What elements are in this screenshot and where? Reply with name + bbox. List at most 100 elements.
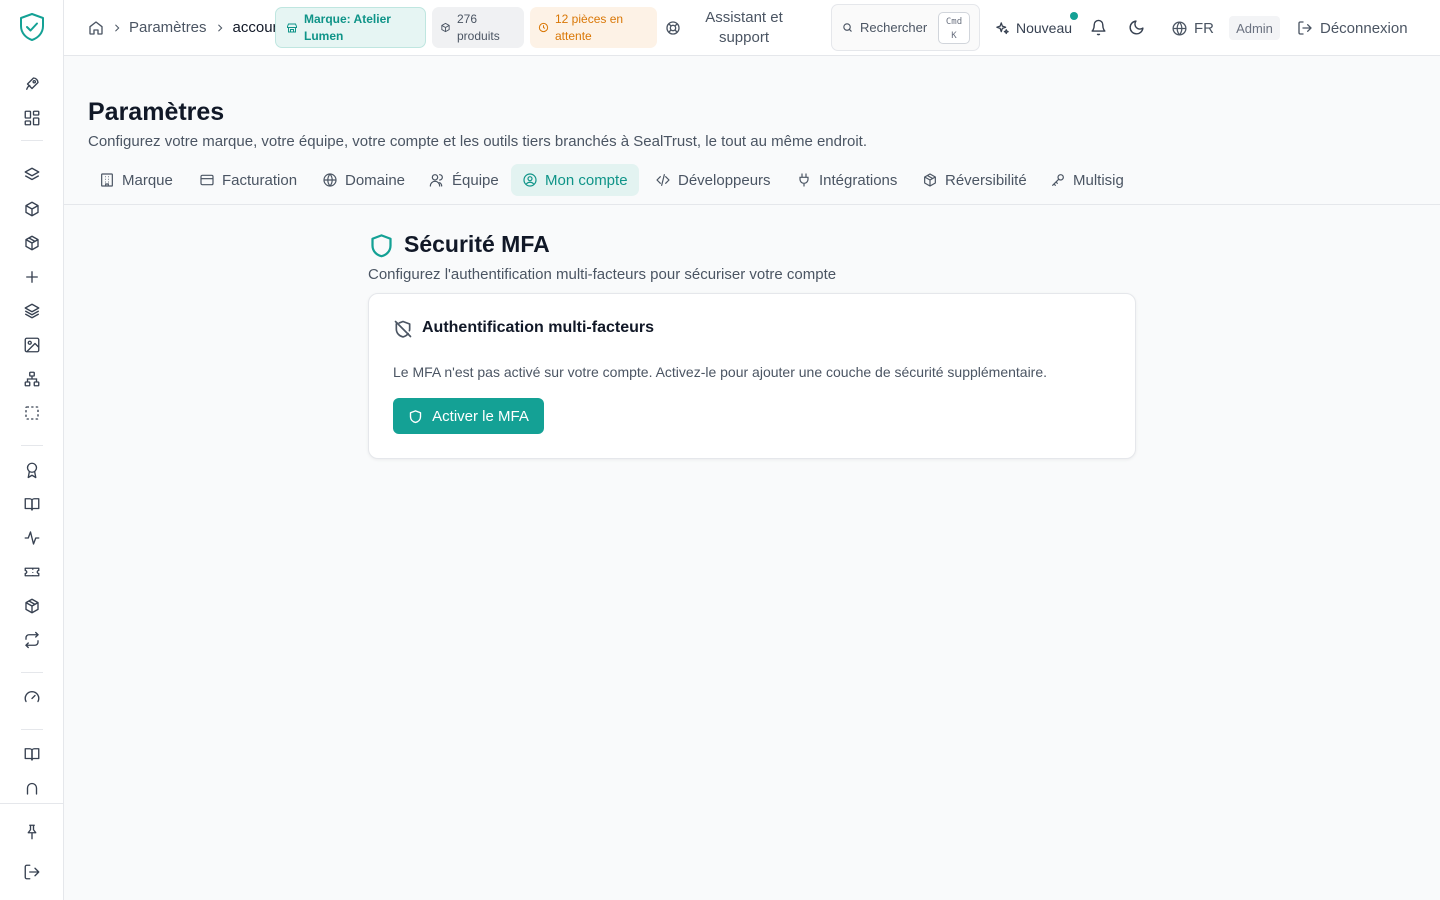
- lifebuoy-icon: [665, 20, 681, 36]
- moon-icon[interactable]: [1128, 19, 1145, 36]
- tab-label: Domaine: [345, 171, 406, 189]
- sidebar-divider: [21, 672, 43, 673]
- package-icon: [440, 22, 451, 33]
- language-switcher[interactable]: FR: [1171, 18, 1214, 38]
- award-icon[interactable]: [20, 458, 44, 482]
- support-label: Assistant et support: [705, 8, 783, 46]
- building-icon: [99, 172, 115, 188]
- tab-label: Mon compte: [545, 171, 628, 189]
- tab-mon-compte[interactable]: Mon compte: [511, 164, 639, 196]
- products-chip-label: 276 produits: [457, 11, 500, 43]
- package-open-icon: [922, 172, 938, 188]
- new-features-button[interactable]: Nouveau: [995, 18, 1072, 38]
- enable-mfa-button[interactable]: Activer le MFA: [393, 398, 544, 434]
- sidebar: [0, 0, 64, 900]
- language-label: FR: [1194, 19, 1214, 37]
- ticket-icon[interactable]: [20, 560, 44, 584]
- globe-icon: [1171, 20, 1188, 37]
- shield-off-icon: [393, 319, 413, 339]
- support-button[interactable]: Assistant et support: [665, 7, 805, 48]
- enable-mfa-label: Activer le MFA: [432, 407, 529, 425]
- search-input[interactable]: Rechercher Cmd K: [831, 4, 980, 51]
- user-circle-icon: [522, 172, 538, 188]
- layers-stack-icon[interactable]: [20, 299, 44, 323]
- chevron-right-icon: [215, 23, 225, 33]
- layers-icon[interactable]: [20, 163, 44, 187]
- tab-integrations[interactable]: Intégrations: [785, 164, 904, 196]
- tab-domaine[interactable]: Domaine: [311, 164, 411, 196]
- tab-reversibilite[interactable]: Réversibilité: [911, 164, 1031, 196]
- pin-icon[interactable]: [20, 820, 44, 844]
- arch-icon[interactable]: [20, 776, 44, 800]
- clock-icon: [538, 22, 549, 33]
- activity-icon[interactable]: [20, 526, 44, 550]
- shortcut-key-cmd: Cmd: [945, 17, 963, 27]
- new-indicator-dot: [1070, 12, 1078, 20]
- products-chip[interactable]: 276 produits: [432, 7, 524, 48]
- tab-label: Facturation: [222, 171, 298, 189]
- breadcrumb-item-parametres[interactable]: Paramètres: [129, 19, 207, 36]
- tabs-divider: [64, 204, 1440, 205]
- book-icon[interactable]: [20, 742, 44, 766]
- section-subtitle: Configurez l'authentification multi-fact…: [368, 266, 837, 283]
- logout-icon[interactable]: [20, 860, 44, 884]
- brand-chip[interactable]: Marque: Atelier Lumen: [275, 7, 426, 48]
- top-header: Paramètres account Marque: Atelier Lumen…: [64, 0, 1440, 56]
- search-icon: [842, 22, 853, 33]
- package-check-icon[interactable]: [20, 594, 44, 618]
- code-icon: [655, 172, 671, 188]
- book-open-icon[interactable]: [20, 492, 44, 516]
- sidebar-divider: [21, 140, 43, 141]
- pending-chip[interactable]: 12 pièces en attente: [530, 7, 657, 48]
- page-description: Configurez votre marque, votre équipe, v…: [88, 133, 867, 150]
- store-icon: [286, 22, 298, 34]
- repeat-icon[interactable]: [20, 628, 44, 652]
- shortcut-key-k: K: [951, 31, 957, 41]
- tab-equipe[interactable]: Équipe: [418, 164, 504, 196]
- brand-chip-label: Marque: Atelier Lumen: [304, 11, 391, 43]
- sitemap-icon[interactable]: [20, 367, 44, 391]
- dashed-square-icon[interactable]: [20, 401, 44, 425]
- breadcrumb: Paramètres account: [88, 19, 285, 36]
- bell-icon[interactable]: [1090, 19, 1107, 36]
- gauge-icon[interactable]: [20, 685, 44, 709]
- sidebar-bottom-divider: [0, 803, 64, 804]
- sparkles-icon: [995, 21, 1010, 36]
- tab-label: Équipe: [452, 171, 499, 189]
- tab-label: Intégrations: [819, 171, 898, 189]
- chevron-right-icon: [112, 23, 122, 33]
- pending-chip-label: 12 pièces en attente: [555, 11, 624, 43]
- tab-marque[interactable]: Marque: [88, 164, 180, 196]
- sidebar-divider: [21, 729, 43, 730]
- rocket-icon[interactable]: [20, 72, 44, 96]
- sidebar-divider: [21, 445, 43, 446]
- shield-check-icon[interactable]: [18, 11, 46, 43]
- logout-icon: [1297, 20, 1313, 36]
- plus-icon[interactable]: [20, 265, 44, 289]
- tab-label: Développeurs: [678, 171, 771, 189]
- mfa-status-text: Le MFA n'est pas activé sur votre compte…: [393, 364, 1048, 380]
- logout-button[interactable]: Déconnexion: [1297, 18, 1408, 38]
- image-icon[interactable]: [20, 333, 44, 357]
- search-shortcut-badge: Cmd K: [938, 12, 970, 44]
- tab-developpeurs[interactable]: Développeurs: [644, 164, 778, 196]
- package-icon[interactable]: [20, 231, 44, 255]
- credit-card-icon: [199, 172, 215, 188]
- section-title: Sécurité MFA: [404, 231, 550, 257]
- mfa-card-title: Authentification multi-facteurs: [422, 319, 655, 336]
- search-placeholder: Rechercher: [860, 20, 928, 35]
- globe-icon: [322, 172, 338, 188]
- logout-label: Déconnexion: [1320, 19, 1408, 37]
- new-features-label: Nouveau: [1016, 20, 1073, 36]
- tab-multisig[interactable]: Multisig: [1039, 164, 1135, 196]
- shield-icon: [408, 409, 423, 424]
- key-icon: [1050, 172, 1066, 188]
- role-badge: Admin: [1229, 16, 1280, 40]
- plug-icon: [796, 172, 812, 188]
- tab-facturation[interactable]: Facturation: [188, 164, 304, 196]
- mfa-card: Authentification multi-facteurs Le MFA n…: [368, 293, 1136, 459]
- box-icon[interactable]: [20, 197, 44, 221]
- page-title: Paramètres: [88, 98, 225, 126]
- home-icon[interactable]: [88, 20, 104, 36]
- dashboard-grid-icon[interactable]: [20, 106, 44, 130]
